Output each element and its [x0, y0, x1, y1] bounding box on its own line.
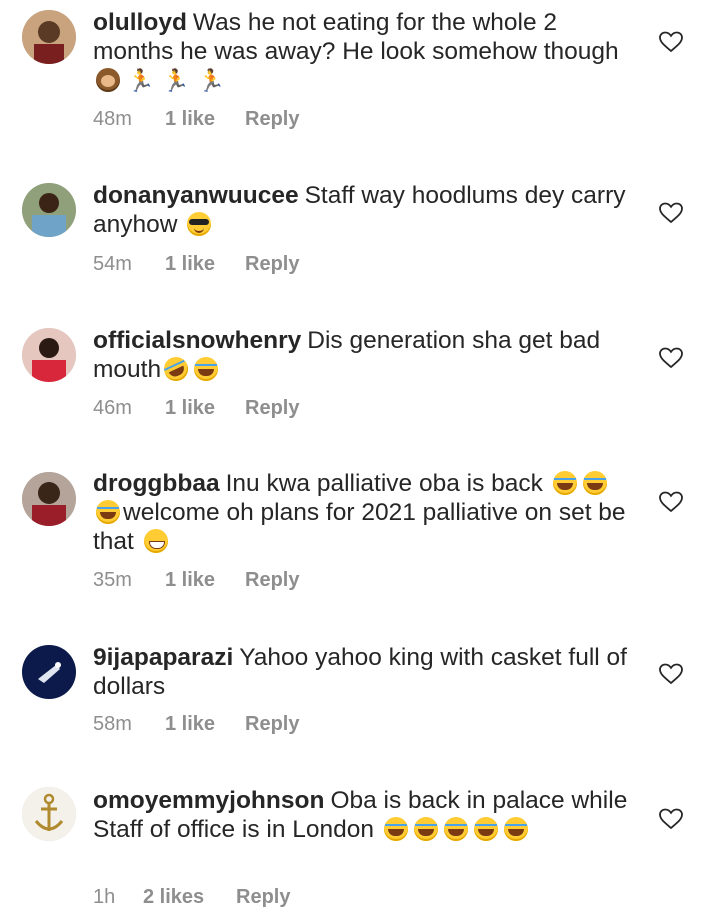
- comment-item: 9ijapaparazi Yahoo yahoo king with casket…: [0, 615, 720, 760]
- comment-meta: 48m 1 like Reply: [93, 108, 299, 131]
- comment-body: welcome oh plans for 2021 palliative on …: [93, 499, 626, 555]
- comment-username[interactable]: droggbbaa: [93, 470, 220, 497]
- see-no-evil-monkey-icon: [96, 68, 120, 92]
- comment-username[interactable]: omoyemmyjohnson: [93, 787, 324, 814]
- comment-likes[interactable]: 2 likes: [143, 886, 236, 909]
- comment-meta: 35m 1 like Reply: [93, 569, 299, 592]
- comment-meta: 46m 1 like Reply: [93, 397, 299, 420]
- tears-of-joy-icon: [413, 817, 438, 841]
- heart-icon[interactable]: [659, 202, 683, 224]
- tears-of-joy-icon: [552, 471, 577, 495]
- comment-likes[interactable]: 1 like: [165, 397, 245, 420]
- avatar[interactable]: [22, 10, 76, 64]
- comment-likes[interactable]: 1 like: [165, 569, 245, 592]
- tears-of-joy-icon: [473, 817, 498, 841]
- sunglasses-face-icon: [187, 212, 212, 236]
- grinning-face-icon: [143, 529, 168, 553]
- comment-meta: 58m 1 like Reply: [93, 713, 299, 736]
- comment-username[interactable]: officialsnowhenry: [93, 327, 301, 354]
- comment-time: 58m: [93, 713, 132, 735]
- comment-text: 9ijapaparazi Yahoo yahoo king with casket…: [93, 643, 633, 701]
- comment-text: officialsnowhenry Dis generation sha get …: [93, 326, 633, 385]
- heart-icon[interactable]: [659, 663, 683, 685]
- tears-of-joy-icon: [582, 471, 607, 495]
- comment-time: 48m: [93, 108, 132, 130]
- comment-item: olulloyd Was he not eating for the whole …: [0, 0, 720, 150]
- comment-time: 54m: [93, 253, 132, 275]
- tears-of-joy-icon: [443, 817, 468, 841]
- comment-likes[interactable]: 1 like: [165, 108, 245, 131]
- comment-username[interactable]: 9ijapaparazi: [93, 644, 233, 671]
- reply-button[interactable]: Reply: [245, 713, 299, 736]
- comment-meta: 1h 2 likes Reply: [93, 886, 290, 909]
- comment-text: donanyanwuucee Staff way hoodlums dey car…: [93, 181, 633, 239]
- comment-username[interactable]: donanyanwuucee: [93, 182, 299, 209]
- comment-text: omoyemmyjohnson Oba is back in palace whi…: [93, 786, 633, 844]
- comment-likes[interactable]: 1 like: [165, 713, 245, 736]
- comment-item: droggbbaa Inu kwa palliative oba is back …: [0, 440, 720, 615]
- heart-icon[interactable]: [659, 491, 683, 513]
- comment-username[interactable]: olulloyd: [93, 9, 187, 36]
- tears-of-joy-icon: [96, 500, 120, 524]
- heart-icon[interactable]: [659, 808, 683, 830]
- comment-time: 1h: [93, 886, 116, 908]
- heart-icon[interactable]: [659, 347, 683, 369]
- comment-time: 35m: [93, 569, 132, 591]
- comment-item: donanyanwuucee Staff way hoodlums dey car…: [0, 150, 720, 295]
- comment-meta: 54m 1 like Reply: [93, 253, 299, 276]
- comment-item: officialsnowhenry Dis generation sha get …: [0, 295, 720, 440]
- person-running-icon: 🏃: [127, 68, 155, 93]
- reply-button[interactable]: Reply: [245, 108, 299, 131]
- comment-item: omoyemmyjohnson Oba is back in palace whi…: [0, 760, 720, 920]
- person-running-icon: 🏃: [197, 68, 226, 93]
- avatar[interactable]: [22, 787, 76, 841]
- reply-button[interactable]: Reply: [245, 253, 299, 276]
- comment-text: olulloyd Was he not eating for the whole …: [93, 8, 633, 95]
- reply-button[interactable]: Reply: [245, 569, 299, 592]
- reply-button[interactable]: Reply: [245, 397, 299, 420]
- comment-likes[interactable]: 1 like: [165, 253, 245, 276]
- avatar[interactable]: [22, 183, 76, 237]
- heart-icon[interactable]: [659, 31, 683, 53]
- avatar[interactable]: [22, 328, 76, 382]
- comment-body: Inu kwa palliative oba is back: [225, 470, 543, 497]
- rolling-laughing-icon: [160, 353, 193, 385]
- comment-text: droggbbaa Inu kwa palliative oba is back …: [93, 469, 633, 556]
- avatar[interactable]: [22, 645, 76, 699]
- tears-of-joy-icon: [194, 357, 219, 381]
- tears-of-joy-icon: [503, 817, 528, 841]
- comment-time: 46m: [93, 397, 132, 419]
- avatar[interactable]: [22, 472, 76, 526]
- reply-button[interactable]: Reply: [236, 886, 290, 909]
- tears-of-joy-icon: [383, 817, 408, 841]
- person-running-icon: 🏃: [162, 68, 190, 93]
